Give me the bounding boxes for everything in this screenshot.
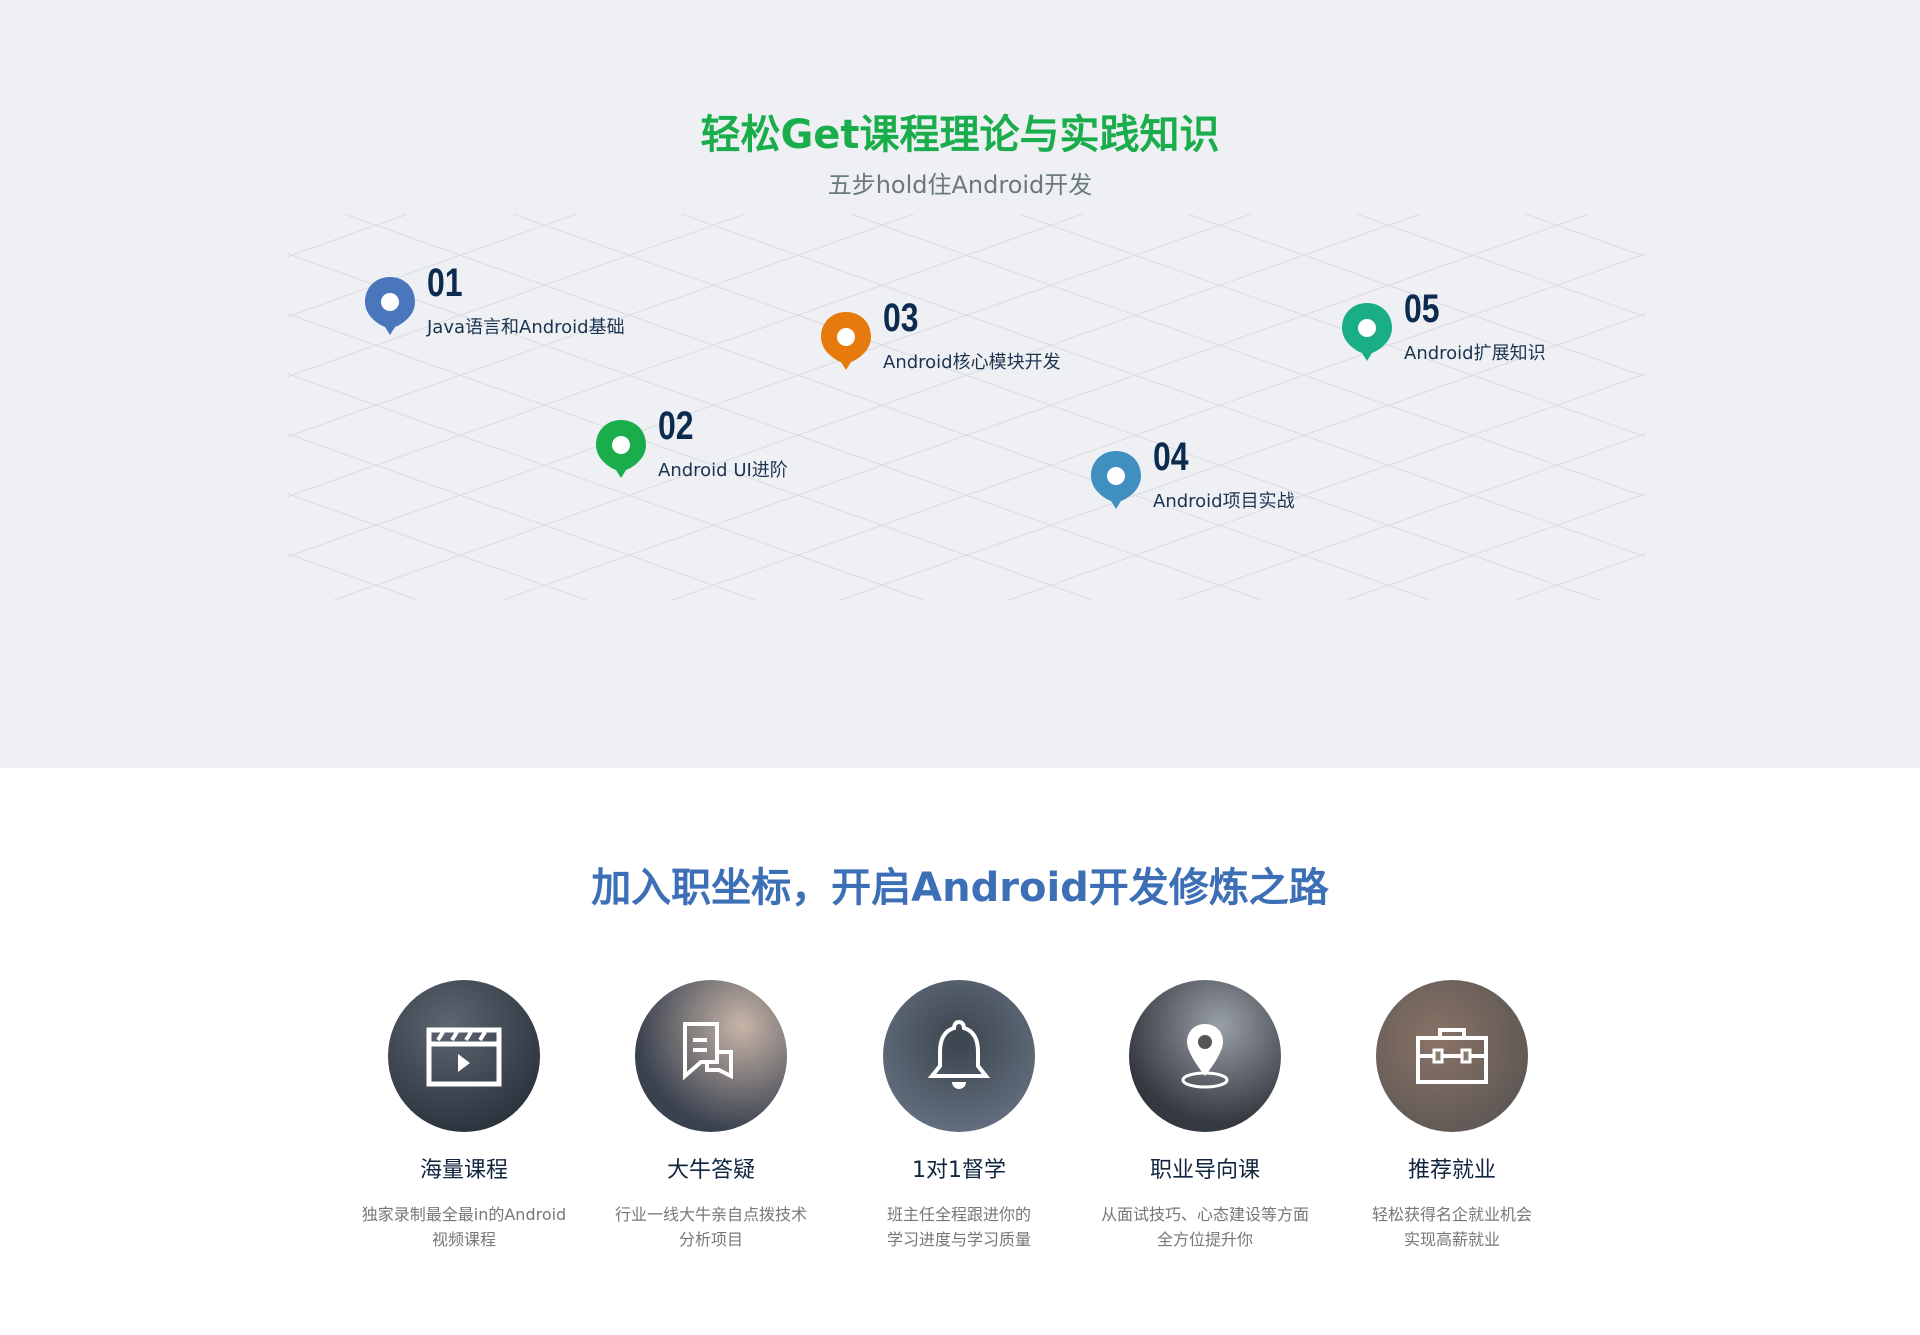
feature-desc-line: 实现高薪就业 [1403, 1230, 1500, 1249]
feature-desc-line: 学习进度与学习质量 [886, 1230, 1031, 1249]
step-label: Java语言和Android基础 [427, 317, 625, 338]
feature-card[interactable]: 推荐就业 轻松获得名企就业机会 实现高薪就业 [1322, 980, 1582, 1252]
step-number: 02 [658, 404, 694, 448]
grid-line [1514, 553, 1645, 600]
feature-title: 大牛答疑 [666, 1158, 755, 1183]
learning-path-section: 轻松Get课程理论与实践知识 五步hold住Android开发 01 Java语… [0, 0, 1920, 768]
background-grid [288, 214, 1645, 600]
map-pin-icon [596, 420, 646, 478]
briefcase-icon [1416, 1028, 1488, 1084]
feature-desc-line: 分析项目 [678, 1230, 743, 1249]
feature-image [883, 980, 1035, 1132]
feature-desc-line: 从面试技巧、心态建设等方面 [1100, 1205, 1309, 1224]
location-pin-icon [1181, 1024, 1229, 1089]
grid-line [288, 493, 588, 600]
feature-description: 从面试技巧、心态建设等方面 全方位提升你 [1075, 1202, 1335, 1252]
bell-icon [927, 1019, 991, 1089]
feature-title: 职业导向课 [1149, 1158, 1260, 1183]
feature-image [1376, 980, 1528, 1132]
video-clapper-icon [426, 1027, 502, 1087]
grid-line [501, 214, 1591, 600]
step-number: 01 [427, 261, 463, 305]
step-label: Android核心模块开发 [883, 352, 1061, 373]
grid-line [1523, 214, 1645, 257]
grid-line [342, 214, 1432, 600]
feature-desc-line: 轻松获得名企就业机会 [1371, 1205, 1532, 1224]
grid-line [1345, 493, 1645, 600]
grid-line [680, 214, 1645, 557]
grid-line [288, 433, 757, 600]
feature-title: 海量课程 [419, 1158, 508, 1183]
feature-desc-line: 视频课程 [431, 1230, 496, 1249]
section-title: 轻松Get课程理论与实践知识 [700, 112, 1220, 158]
map-pin-icon [1342, 303, 1392, 361]
step-label: Android扩展知识 [1404, 343, 1546, 364]
step-number: 03 [883, 296, 919, 340]
grid-line [288, 214, 578, 317]
feature-card[interactable]: 职业导向课 从面试技巧、心态建设等方面 全方位提升你 [1075, 980, 1335, 1252]
section-subtitle: 五步hold住Android开发 [827, 171, 1093, 199]
step-number: 04 [1153, 435, 1189, 479]
feature-description: 轻松获得名企就业机会 实现高薪就业 [1322, 1202, 1582, 1252]
feature-description: 独家录制最全最in的Android 视频课程 [334, 1202, 594, 1252]
grid-line [288, 214, 410, 257]
grid-line [1176, 433, 1645, 600]
map-pin-icon [1091, 451, 1141, 509]
feature-description: 行业一线大牛亲自点拨技术 分析项目 [581, 1202, 841, 1252]
feature-card[interactable]: 海量课程 独家录制最全最in的Android 视频课程 [334, 980, 594, 1252]
feature-desc-line: 全方位提升你 [1156, 1230, 1253, 1249]
grid-line [1355, 214, 1645, 317]
feature-title: 1对1督学 [912, 1158, 1006, 1183]
step-number: 05 [1404, 287, 1440, 331]
section-title-join: 加入职坐标，开启Android开发修炼之路 [591, 865, 1329, 911]
feature-card[interactable]: 1对1督学 班主任全程跟进你的 学习进度与学习质量 [829, 980, 1089, 1252]
step-label: Android项目实战 [1153, 491, 1295, 512]
grid-line [288, 253, 1263, 600]
feature-image [388, 980, 540, 1132]
grid-line [288, 214, 1253, 557]
grid-line [511, 214, 1601, 600]
map-pin-icon [365, 277, 415, 335]
feature-desc-line: 独家录制最全最in的Android [361, 1205, 567, 1224]
feature-card[interactable]: 大牛答疑 行业一线大牛亲自点拨技术 分析项目 [581, 980, 841, 1252]
step-label: Android UI进阶 [658, 460, 788, 481]
grid-line [288, 553, 419, 600]
feature-image [1129, 980, 1281, 1132]
grid-line [670, 253, 1645, 600]
feature-title: 推荐就业 [1407, 1158, 1496, 1183]
feature-image [635, 980, 787, 1132]
feature-desc-line: 班主任全程跟进你的 [886, 1205, 1031, 1224]
feature-desc-line: 行业一线大牛亲自点拨技术 [614, 1205, 807, 1224]
grid-line [332, 214, 1422, 600]
chat-bubbles-icon [683, 1022, 733, 1081]
map-pin-icon [821, 312, 871, 370]
feature-description: 班主任全程跟进你的 学习进度与学习质量 [829, 1202, 1089, 1252]
